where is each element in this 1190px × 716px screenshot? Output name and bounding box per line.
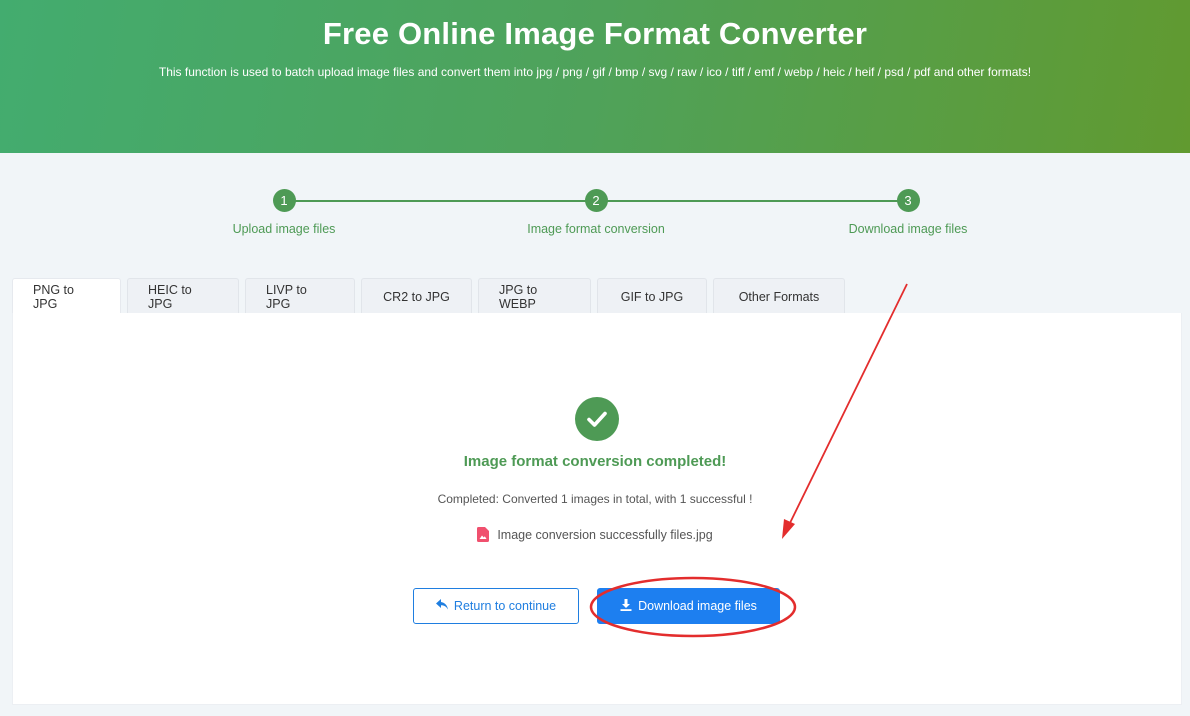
conversion-summary: Completed: Converted 1 images in total, … xyxy=(437,492,753,506)
check-circle-icon xyxy=(575,397,619,441)
download-image-files-button[interactable]: Download image files xyxy=(597,588,780,624)
format-tabs: PNG to JPG HEIC to JPG LIVP to JPG CR2 t… xyxy=(12,278,845,314)
conversion-complete-title: Image format conversion completed! xyxy=(463,453,727,470)
step-number: 2 xyxy=(584,189,608,212)
step-download: 3 Download image files xyxy=(808,188,1008,236)
return-button-label: Return to continue xyxy=(453,599,557,613)
hero-header: Free Online Image Format Converter This … xyxy=(0,0,1190,153)
tab-gif-to-jpg[interactable]: GIF to JPG xyxy=(597,278,707,314)
step-label: Upload image files xyxy=(232,222,336,236)
tab-cr2-to-jpg[interactable]: CR2 to JPG xyxy=(361,278,472,314)
converted-file-item: Image conversion successfully files.jpg xyxy=(0,527,1190,542)
tab-livp-to-jpg[interactable]: LIVP to JPG xyxy=(245,278,355,314)
result-panel xyxy=(12,313,1182,705)
converted-file-name: Image conversion successfully files.jpg xyxy=(497,527,713,542)
reply-arrow-icon xyxy=(435,599,448,613)
tab-heic-to-jpg[interactable]: HEIC to JPG xyxy=(127,278,239,314)
step-number: 1 xyxy=(272,189,296,212)
step-upload: 1 Upload image files xyxy=(184,188,384,236)
page-subtitle: This function is used to batch upload im… xyxy=(158,65,1032,79)
step-number: 3 xyxy=(896,189,920,212)
page-title: Free Online Image Format Converter xyxy=(322,16,868,51)
step-label: Download image files xyxy=(848,222,968,236)
tab-png-to-jpg[interactable]: PNG to JPG xyxy=(12,278,121,314)
tab-other-formats[interactable]: Other Formats xyxy=(713,278,845,314)
step-label: Image format conversion xyxy=(527,222,665,236)
step-conversion: 2 Image format conversion xyxy=(496,188,696,236)
tab-jpg-to-webp[interactable]: JPG to WEBP xyxy=(478,278,591,314)
download-icon xyxy=(620,598,632,614)
return-to-continue-button[interactable]: Return to continue xyxy=(413,588,579,624)
download-button-label: Download image files xyxy=(638,599,757,613)
progress-steps: 1 Upload image files 2 Image format conv… xyxy=(0,188,1190,238)
image-file-icon xyxy=(477,527,490,542)
